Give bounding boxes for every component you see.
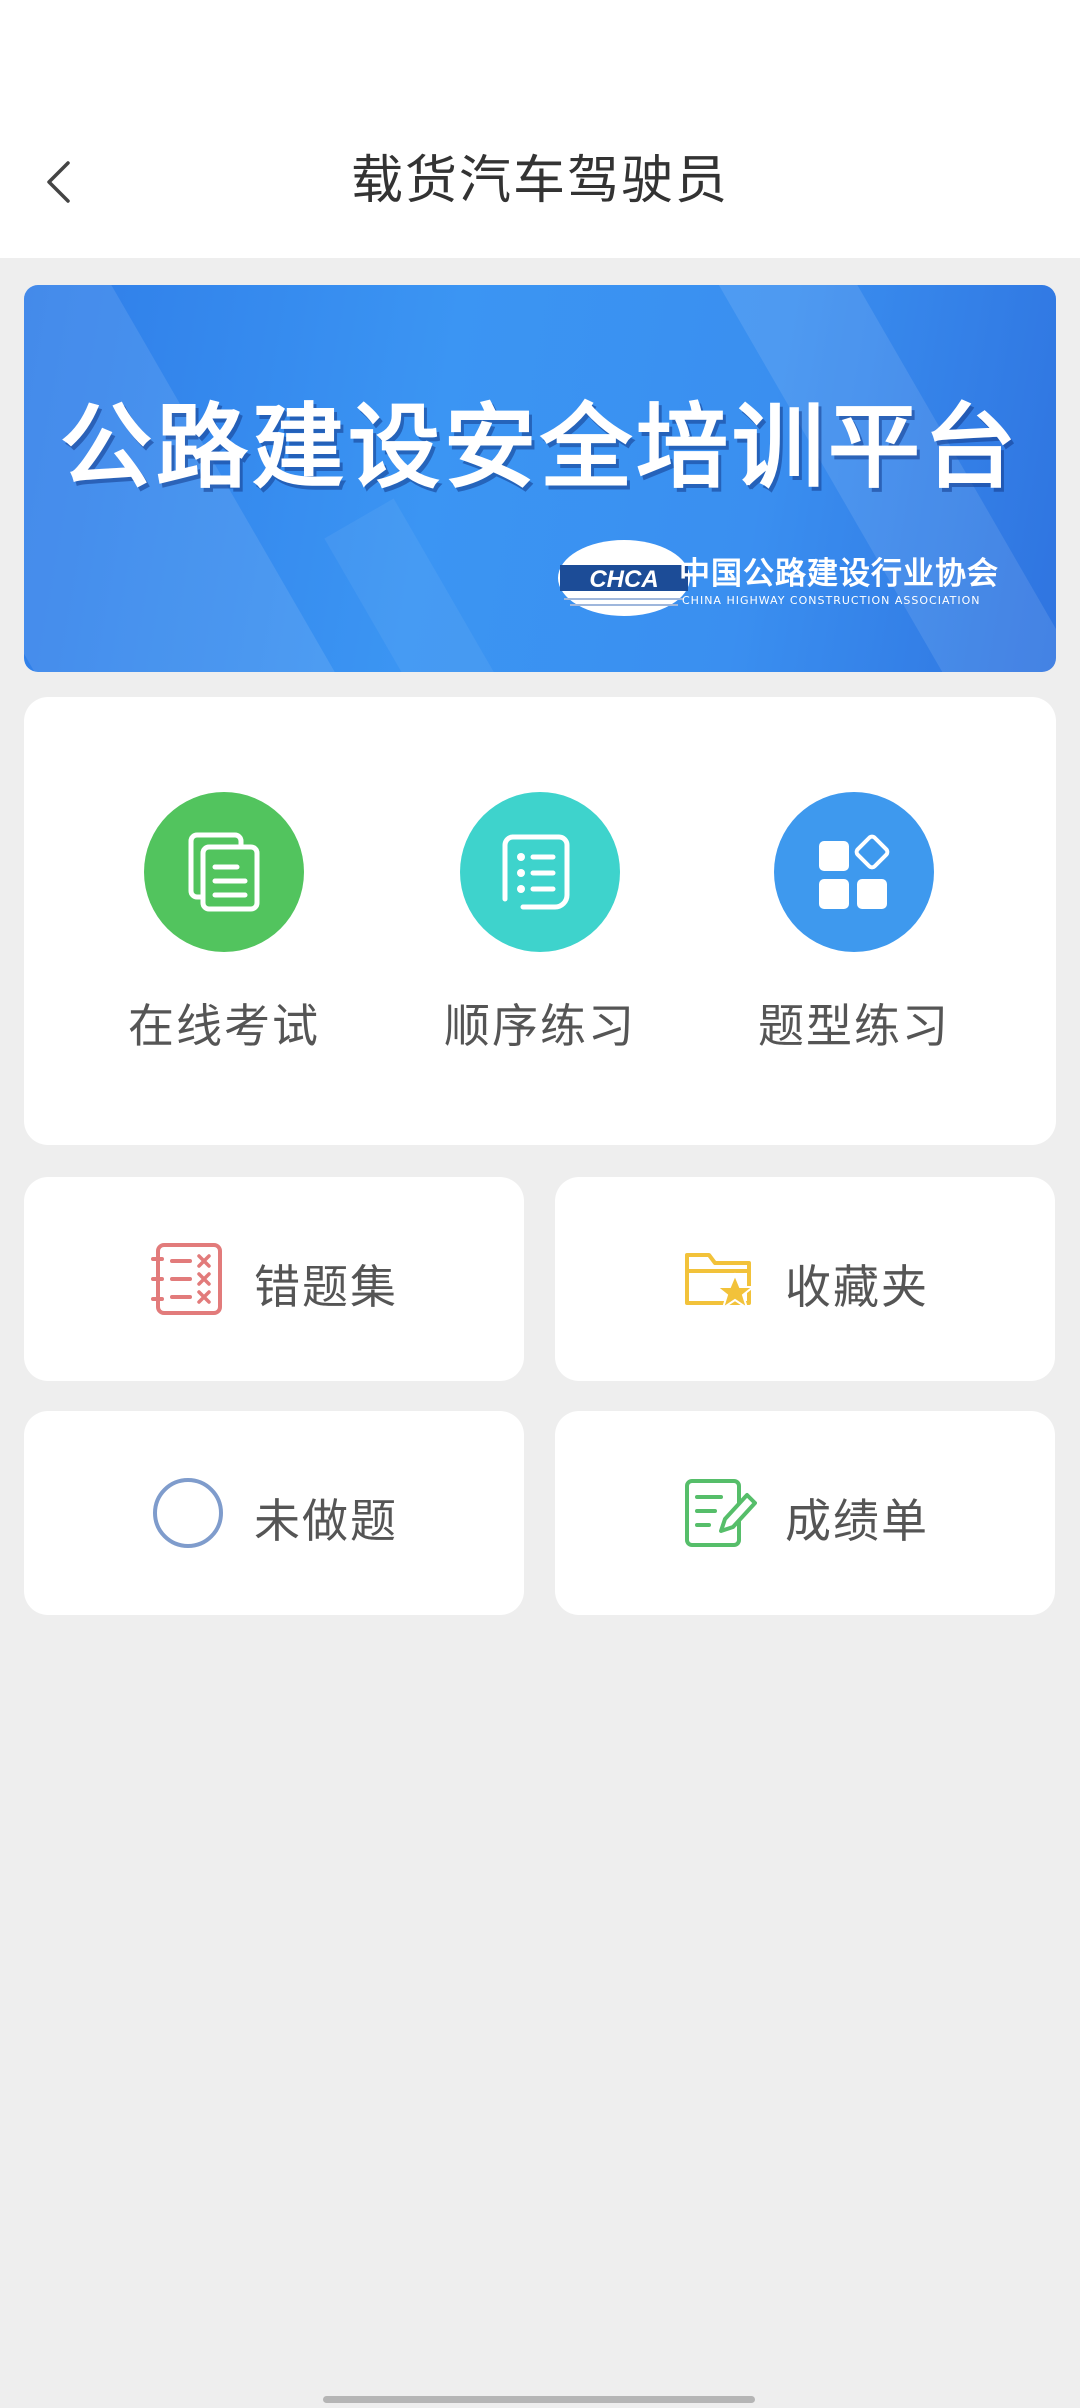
sequential-practice-button[interactable]: 顺序练习 <box>410 792 670 1056</box>
page-title: 载货汽车驾驶员 <box>350 151 729 211</box>
wrong-questions-label: 错题集 <box>254 1260 398 1314</box>
score-report-label: 成绩单 <box>785 1494 929 1548</box>
question-type-grid-icon <box>774 792 934 952</box>
association-logo: CHCA <box>558 540 690 616</box>
main-features-card: 在线考试 顺序练习 题型练习 <box>24 697 1056 1145</box>
score-report-icon <box>681 1475 757 1551</box>
undone-questions-button[interactable]: 未做题 <box>24 1411 524 1615</box>
sequential-practice-label: 顺序练习 <box>444 999 636 1053</box>
online-exam-button[interactable]: 在线考试 <box>94 792 354 1056</box>
home-indicator[interactable] <box>323 2396 755 2403</box>
favorites-label: 收藏夹 <box>785 1260 929 1314</box>
online-exam-label: 在线考试 <box>128 999 320 1053</box>
favorites-button[interactable]: 收藏夹 <box>555 1177 1055 1381</box>
logo-text: CHCA <box>589 566 658 593</box>
wrong-questions-button[interactable]: 错题集 <box>24 1177 524 1381</box>
org-name-cn: 中国公路建设行业协会 <box>679 556 999 592</box>
question-type-practice-button[interactable]: 题型练习 <box>724 792 984 1056</box>
org-name-en: CHINA HIGHWAY CONSTRUCTION ASSOCIATION <box>682 594 981 607</box>
undone-circle-icon <box>150 1475 226 1551</box>
question-type-practice-label: 题型练习 <box>758 999 950 1053</box>
exam-paper-icon <box>144 792 304 952</box>
banner: 公路建设安全培训平台 CHCA 中国公路建设行业协会 CHINA HIGHWAY… <box>24 285 1056 672</box>
top-bar: 载货汽车驾驶员 <box>0 0 1080 258</box>
score-report-button[interactable]: 成绩单 <box>555 1411 1055 1615</box>
wrong-questions-icon <box>150 1241 226 1317</box>
banner-title: 公路建设安全培训平台 <box>59 394 1020 501</box>
undone-questions-label: 未做题 <box>254 1494 398 1548</box>
list-practice-icon <box>460 792 620 952</box>
favorites-folder-icon <box>681 1241 757 1317</box>
